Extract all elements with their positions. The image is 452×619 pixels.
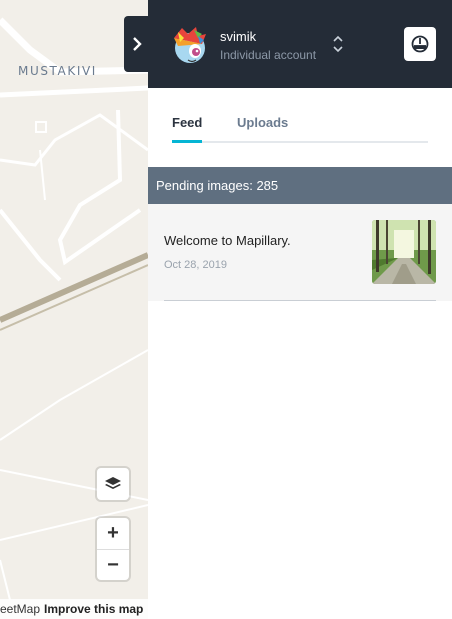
chevron-right-icon	[133, 37, 142, 51]
avatar[interactable]	[168, 24, 210, 68]
improve-map-link[interactable]: Improve this map	[44, 602, 143, 616]
forest-path-image	[372, 220, 436, 284]
zoom-control: + −	[97, 518, 129, 580]
zoom-out-button[interactable]: −	[97, 549, 129, 580]
account-type: Individual account	[220, 48, 317, 62]
attribution-text: eetMap	[0, 602, 41, 616]
chevron-up-down-icon[interactable]	[331, 33, 345, 55]
tab-active-indicator	[172, 140, 202, 143]
user-name: svimik	[220, 29, 257, 44]
place-label: MUSTAKIVI	[18, 64, 97, 78]
layers-icon	[105, 477, 121, 489]
sidebar-toggle-button[interactable]	[124, 16, 150, 72]
map-view[interactable]: MUSTAKIVI + − eetMap Improve this map	[0, 0, 148, 619]
logout-icon	[411, 35, 429, 53]
sidebar-panel: svimik Individual account Feed Uploads P…	[148, 0, 452, 619]
tab-underline	[172, 141, 428, 143]
map-attribution: eetMap Improve this map	[0, 599, 148, 619]
feed-item-date: Oct 28, 2019	[164, 259, 227, 271]
feed-item[interactable]: Welcome to Mapillary. Oct 28, 2019	[148, 204, 452, 301]
logout-button[interactable]	[404, 27, 436, 61]
feed-divider	[164, 300, 436, 301]
account-header: svimik Individual account	[148, 0, 452, 88]
zoom-in-button[interactable]: +	[97, 518, 129, 549]
tab-uploads[interactable]: Uploads	[237, 115, 288, 130]
tab-feed[interactable]: Feed	[172, 115, 202, 130]
feed-item-title: Welcome to Mapillary.	[164, 233, 291, 248]
layers-button[interactable]	[97, 468, 129, 500]
pending-images-banner[interactable]: Pending images: 285	[148, 167, 452, 204]
tab-bar: Feed Uploads	[148, 88, 452, 166]
